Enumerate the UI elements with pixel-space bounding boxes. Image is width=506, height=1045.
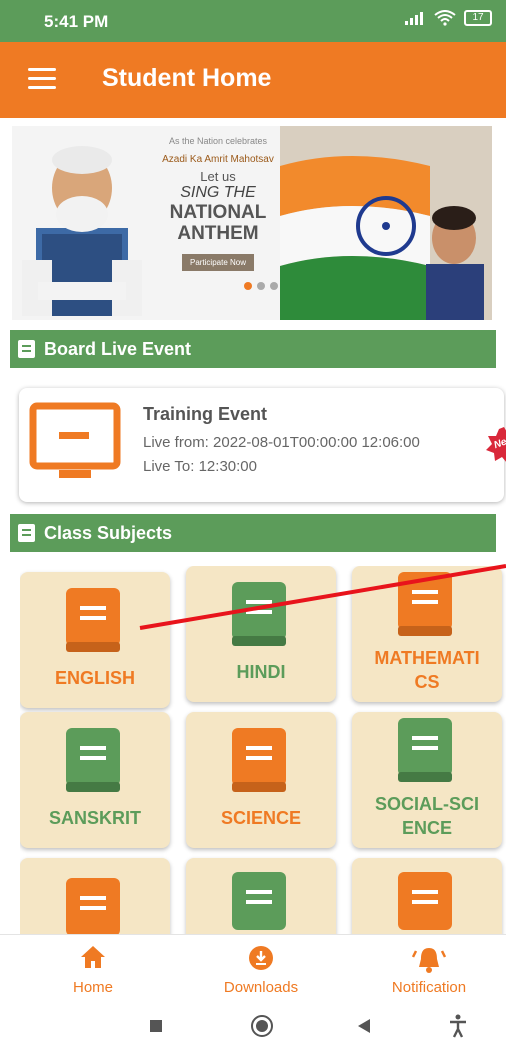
bell-icon [412,948,446,973]
flag-illustration [280,126,492,320]
page-title: Student Home [102,64,272,92]
book-icon [66,878,120,936]
monitor-icon [29,402,121,478]
event-live-to: Live To: 12:30:00 [143,458,257,475]
system-nav-bar [0,1008,506,1045]
download-icon [249,946,273,970]
home-button-icon[interactable] [250,1014,274,1038]
subject-name: ENGLISH [54,668,135,688]
status-icons: 17 [404,10,492,26]
promo-banner[interactable]: As the Nation celebrates Azadi Ka Amrit … [12,126,492,320]
book-icon [232,872,286,930]
carousel-dot[interactable] [270,282,278,290]
nav-notification[interactable]: Notification [354,935,504,1007]
section-header-subjects: Class Subjects [10,514,496,552]
book-icon [232,728,286,792]
subject-card[interactable] [352,858,502,938]
subjects-grid: ENGLISH HINDI MATHEMATI CS SANSKRIT SCIE… [20,566,506,938]
participate-button[interactable]: Participate Now [181,254,255,271]
nav-notification-label: Notification [391,979,467,996]
subject-card[interactable] [20,858,170,938]
new-badge: New [485,426,506,469]
battery-icon: 17 [464,10,492,26]
wifi-icon [434,10,456,26]
event-live-from: Live from: 2022-08-01T00:00:00 12:06:00 [143,434,420,451]
subject-card[interactable] [186,858,336,938]
book-icon [66,588,120,652]
bottom-nav: Home Downloads Notification [0,934,506,1007]
subject-card-english[interactable]: ENGLISH [20,572,170,708]
status-time: 5:41 PM [44,12,109,31]
banner-line4: SING THE [180,184,256,201]
recents-icon[interactable] [148,1018,164,1034]
subject-name: SCIENCE [220,808,301,828]
back-icon[interactable] [356,1018,372,1034]
banner-line2: Azadi Ka Amrit Mahotsav [162,154,274,165]
subject-card-science[interactable]: SCIENCE [186,712,336,848]
section-title-subjects: Class Subjects [44,523,173,543]
nav-home-label: Home [72,979,113,996]
event-card[interactable]: Training Event Live from: 2022-08-01T00:… [19,388,506,502]
book-icon [66,728,120,792]
book-icon [398,872,452,930]
list-icon [18,340,35,358]
subject-name: SANSKRIT [48,808,141,828]
subject-name: SOCIAL-SCI ENCE [374,794,479,838]
book-icon [398,572,452,636]
subject-name: MATHEMATI CS [374,648,480,692]
carousel-dot[interactable] [257,282,265,290]
status-bar: 5:41 PM 17 [0,0,506,42]
section-title-live: Board Live Event [44,339,192,359]
accessibility-icon[interactable] [448,1014,468,1038]
carousel-dot[interactable] [244,282,252,290]
section-header-live: Board Live Event [10,330,496,368]
banner-line3: Let us [200,169,236,184]
signal-icon [405,12,423,25]
subject-card-sanskrit[interactable]: SANSKRIT [20,712,170,848]
list-icon [18,524,35,542]
menu-icon[interactable] [28,68,56,90]
nav-downloads-label: Downloads [223,979,299,996]
carousel-dots[interactable] [244,282,278,290]
subject-name: HINDI [236,662,286,682]
book-icon [232,582,286,646]
nav-home[interactable]: Home [18,935,168,1007]
subject-card-social-science[interactable]: SOCIAL-SCI ENCE [352,712,502,848]
book-icon [398,718,452,782]
subject-card-hindi[interactable]: HINDI [186,566,336,702]
app-bar: Student Home [0,42,506,118]
home-icon [81,946,105,968]
event-title: Training Event [143,404,268,424]
banner-line1: As the Nation celebrates [168,136,268,146]
battery-level: 17 [472,12,484,23]
banner-line5: NATIONAL ANTHEM [169,202,267,244]
nav-downloads[interactable]: Downloads [186,935,336,1007]
subject-card-mathematics[interactable]: MATHEMATI CS [352,566,502,702]
person-illustration [22,146,142,316]
